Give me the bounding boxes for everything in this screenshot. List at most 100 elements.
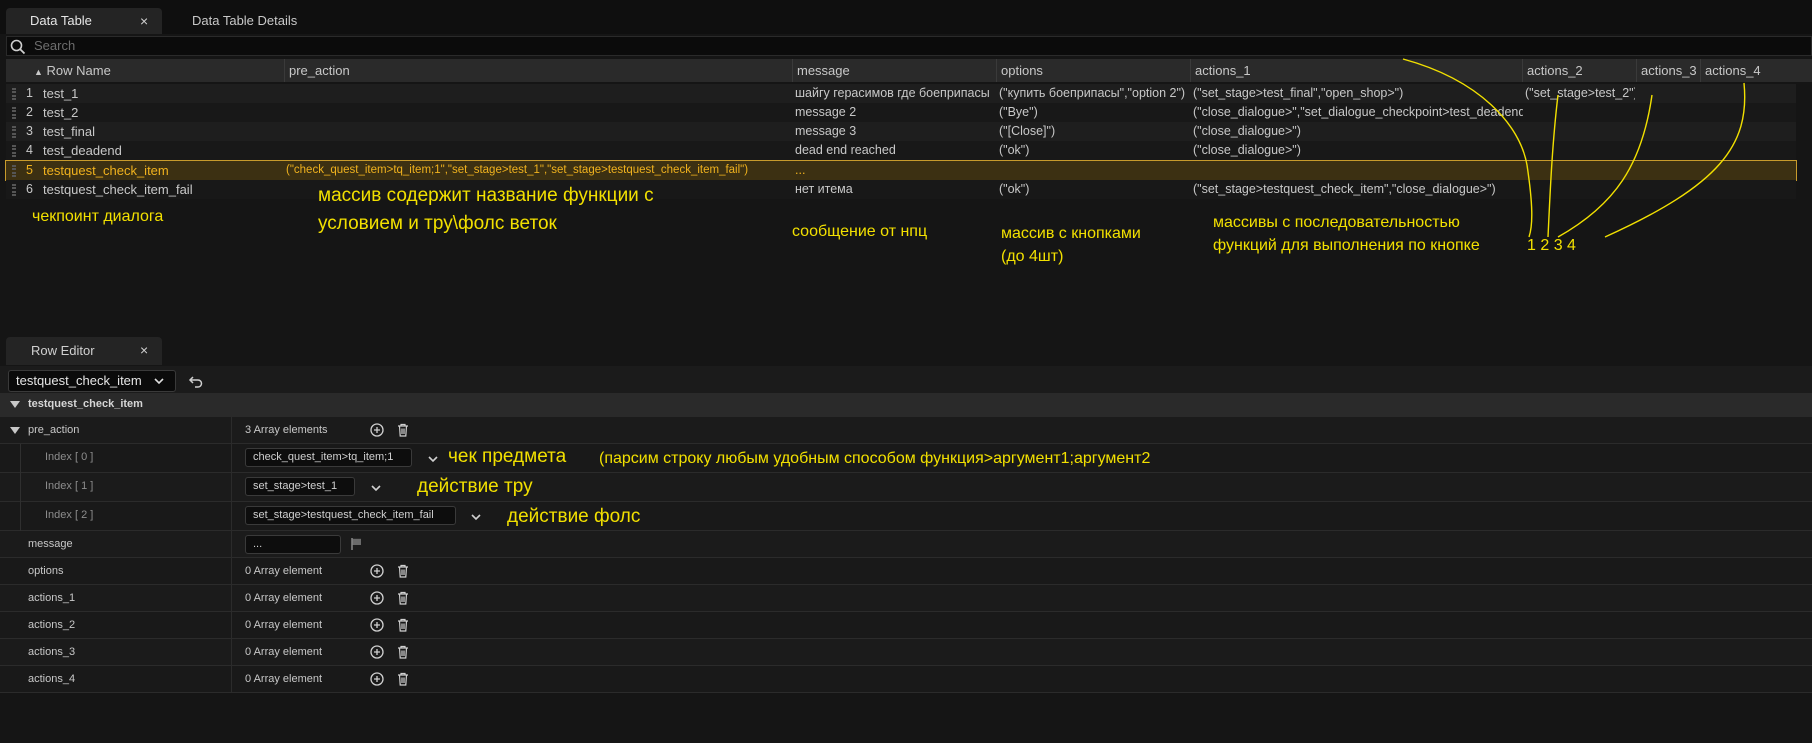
drag-handle-icon[interactable] — [12, 88, 16, 100]
annotation-index0-a: чек предмета — [448, 446, 567, 467]
cell-options: ("Bye") — [999, 105, 1038, 119]
annotation-index0-b: (парсим строку любым удобным способом фу… — [599, 450, 1151, 467]
search-icon — [10, 39, 26, 55]
chevron-down-icon[interactable] — [427, 454, 439, 464]
annotation-index2: действие фолс — [507, 506, 641, 527]
chevron-down-icon — [154, 378, 164, 385]
flag-icon[interactable] — [349, 537, 363, 551]
selected-row: testquest_check_item — [16, 373, 142, 388]
row-selector-dropdown[interactable]: testquest_check_item — [8, 370, 176, 392]
cell-message: нет итема — [795, 182, 853, 196]
array-element-2: Index [ 2 ] set_stage>testquest_check_it… — [0, 502, 1812, 531]
property-label: options — [28, 565, 64, 577]
drag-handle-icon[interactable] — [12, 145, 16, 157]
cell-options: ("ok") — [999, 143, 1030, 157]
column-header-row-name[interactable]: ▲ Row Name — [30, 59, 284, 82]
property-actions-2: actions_2 0 Array element — [0, 612, 1812, 639]
index-value-input[interactable]: check_quest_item>tq_item;1 — [245, 448, 412, 467]
row-name: testquest_check_item — [43, 163, 169, 178]
row-section-header[interactable]: testquest_check_item — [0, 393, 1812, 417]
array-count: 3 Array elements — [245, 424, 328, 436]
annotation-index1: действие тру — [417, 476, 533, 497]
cell-message: шайгу герасимов где боеприпасы — [795, 86, 990, 100]
trash-icon[interactable] — [396, 423, 410, 437]
property-label: actions_2 — [28, 619, 76, 631]
property-actions-1: actions_1 0 Array element — [0, 585, 1812, 612]
property-pre-action: pre_action 3 Array elements — [0, 417, 1812, 444]
close-icon[interactable]: × — [140, 8, 148, 34]
annotation-arrows-drawing — [1402, 58, 1746, 238]
trash-icon[interactable] — [396, 618, 410, 632]
array-count: 0 Array element — [245, 619, 323, 631]
undo-icon[interactable] — [188, 373, 204, 389]
message-input[interactable]: ... — [245, 535, 341, 554]
close-icon[interactable]: × — [140, 342, 148, 358]
tab-label: Row Editor — [31, 343, 95, 358]
property-label: actions_3 — [28, 646, 76, 658]
row-name: test_deadend — [43, 143, 122, 158]
add-element-icon[interactable] — [370, 564, 384, 578]
collapse-arrow-icon[interactable] — [10, 401, 20, 409]
index-label: Index [ 0 ] — [45, 451, 94, 463]
annotation-message: сообщение от нпц — [792, 223, 928, 240]
trash-icon[interactable] — [396, 591, 410, 605]
property-actions-4: actions_4 0 Array element — [0, 666, 1812, 693]
row-name: test_2 — [43, 105, 79, 120]
property-label: message — [28, 538, 73, 550]
tab-data-table[interactable]: Data Table × — [6, 8, 162, 34]
property-actions-3: actions_3 0 Array element — [0, 639, 1812, 666]
row-name: testquest_check_item_fail — [43, 182, 193, 197]
property-options: options 0 Array element — [0, 558, 1812, 585]
array-count: 0 Array element — [245, 592, 323, 604]
chevron-down-icon[interactable] — [370, 483, 382, 493]
annotation-options-1: массив с кнопками — [1001, 225, 1141, 242]
trash-icon[interactable] — [396, 564, 410, 578]
tab-row-editor[interactable]: Row Editor × — [6, 337, 162, 365]
cell-message: ... — [795, 163, 806, 177]
index-label: Index [ 1 ] — [45, 480, 94, 492]
search-input[interactable] — [6, 36, 1812, 56]
index-value-input[interactable]: set_stage>testquest_check_item_fail — [245, 506, 456, 525]
drag-handle-icon[interactable] — [12, 184, 16, 196]
annotation-pre-action-1: массив содержит название функции с — [318, 185, 654, 206]
array-element-1: Index [ 1 ] set_stage>test_1 — [0, 473, 1812, 502]
column-header-options[interactable]: options — [996, 59, 1190, 82]
collapse-arrow-icon[interactable] — [10, 427, 20, 435]
search-placeholder: Search — [34, 38, 76, 53]
array-count: 0 Array element — [245, 565, 323, 577]
column-header-pre-action[interactable]: pre_action — [284, 59, 792, 82]
cell-options: ("[Close]") — [999, 124, 1056, 138]
add-element-icon[interactable] — [370, 423, 384, 437]
cell-options: ("купить боеприпасы","option 2") — [999, 86, 1186, 100]
chevron-down-icon[interactable] — [470, 512, 482, 522]
sort-up-icon: ▲ — [34, 67, 43, 77]
trash-icon[interactable] — [396, 645, 410, 659]
add-element-icon[interactable] — [370, 672, 384, 686]
property-label: actions_4 — [28, 673, 76, 685]
property-message: message ... — [0, 531, 1812, 558]
property-label: pre_action — [28, 424, 80, 436]
drag-handle-icon[interactable] — [12, 126, 16, 138]
annotation-pre-action-2: условием и тру\фолс веток — [318, 213, 557, 234]
index-value-input[interactable]: set_stage>test_1 — [245, 477, 355, 496]
add-element-icon[interactable] — [370, 618, 384, 632]
row-name: test_1 — [43, 86, 79, 101]
trash-icon[interactable] — [396, 672, 410, 686]
add-element-icon[interactable] — [370, 645, 384, 659]
tab-label: Data Table — [30, 13, 92, 28]
add-element-icon[interactable] — [370, 591, 384, 605]
array-count: 0 Array element — [245, 646, 323, 658]
cell-message: message 3 — [795, 124, 857, 138]
drag-handle-icon[interactable] — [12, 107, 16, 119]
tab-data-table-details[interactable]: Data Table Details — [192, 8, 332, 34]
column-header-message[interactable]: message — [792, 59, 996, 82]
cell-options: ("ok") — [999, 182, 1030, 196]
drag-handle-icon[interactable] — [12, 165, 16, 177]
annotation-checkpoint: чекпоинт диалога — [32, 208, 164, 225]
tab-label: Data Table Details — [192, 13, 298, 28]
cell-message: message 2 — [795, 105, 857, 119]
cell-pre-action: ("check_quest_item>tq_item;1","set_stage… — [286, 164, 749, 176]
property-label: actions_1 — [28, 592, 76, 604]
index-label: Index [ 2 ] — [45, 509, 94, 521]
cell-message: dead end reached — [795, 143, 896, 157]
